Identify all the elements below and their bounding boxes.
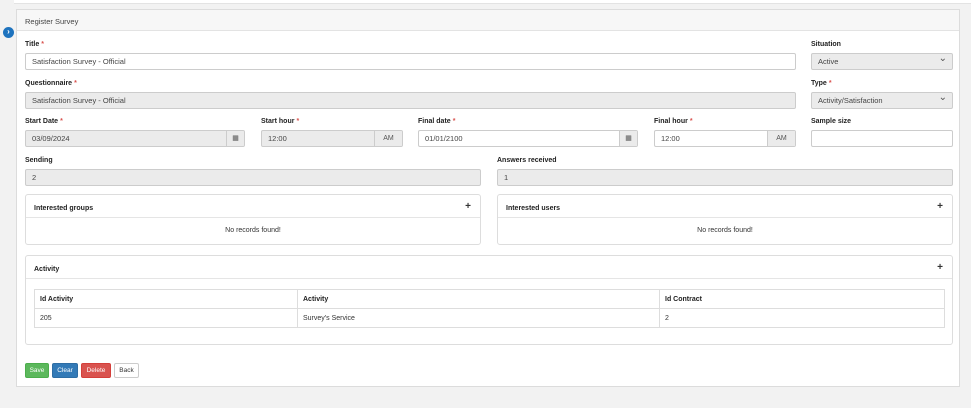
delete-button[interactable]: Delete — [81, 363, 111, 378]
situation-label: Situation — [811, 41, 841, 48]
table-cell: 205 — [34, 308, 298, 328]
start-hour-input[interactable]: 12:00 AM — [261, 130, 403, 147]
column-header: Id Activity — [34, 289, 298, 309]
sidebar-toggle-icon[interactable]: › — [3, 27, 14, 38]
start-date-input[interactable]: 03/09/2024 ▦ — [25, 130, 245, 147]
interested-groups-title: Interested groups — [34, 205, 94, 212]
table-cell: Survey's Service — [297, 308, 660, 328]
questionnaire-label: Questionnaire * — [25, 80, 77, 87]
questionnaire-input[interactable]: Satisfaction Survey - Official — [25, 92, 796, 109]
divider — [26, 217, 480, 218]
register-survey-panel: Register Survey Title * Satisfaction Surv… — [16, 9, 960, 387]
add-group-plus-icon[interactable]: + — [465, 201, 471, 212]
start-hour-label: Start hour * — [261, 118, 300, 125]
table-header-row: Id Activity Activity Id Contract — [34, 289, 945, 309]
calendar-icon[interactable]: ▦ — [226, 131, 244, 146]
type-label: Type * — [811, 80, 832, 87]
add-user-plus-icon[interactable]: + — [937, 201, 943, 212]
final-hour-input[interactable]: 12:00 AM — [654, 130, 796, 147]
start-hour-ampm: AM — [374, 131, 402, 146]
divider — [498, 217, 952, 218]
sending-label: Sending — [25, 157, 53, 164]
title-input[interactable]: Satisfaction Survey - Official — [25, 53, 796, 70]
answers-received-label: Answers received — [497, 157, 557, 164]
type-select[interactable]: Activity/Satisfaction — [811, 92, 953, 109]
start-date-label: Start Date * — [25, 118, 63, 125]
top-strip — [14, 0, 971, 4]
table-cell: 2 — [659, 308, 945, 328]
groups-empty-message: No records found! — [225, 227, 281, 234]
save-button[interactable]: Save — [25, 363, 49, 378]
divider — [26, 278, 952, 279]
sample-size-input[interactable] — [811, 130, 953, 147]
panel-title: Register Survey — [17, 10, 959, 31]
activity-table: Id Activity Activity Id Contract 205 Sur… — [34, 289, 945, 328]
back-button[interactable]: Back — [114, 363, 139, 378]
final-hour-label: Final hour * — [654, 118, 693, 125]
table-row[interactable]: 205 Survey's Service 2 — [34, 308, 945, 328]
clear-button[interactable]: Clear — [52, 363, 78, 378]
interested-users-title: Interested users — [506, 205, 561, 212]
final-hour-ampm: AM — [767, 131, 795, 146]
activity-panel: Activity + Id Activity Activity Id Contr… — [25, 255, 953, 345]
sending-input[interactable]: 2 — [25, 169, 481, 186]
final-date-input[interactable]: 01/01/2100 ▦ — [418, 130, 638, 147]
interested-users-panel: Interested users + No records found! — [497, 194, 953, 245]
situation-select[interactable]: Active — [811, 53, 953, 70]
title-label: Title * — [25, 41, 44, 48]
column-header: Activity — [297, 289, 660, 309]
activity-title: Activity — [34, 266, 60, 273]
final-date-label: Final date * — [418, 118, 456, 125]
column-header: Id Contract — [659, 289, 945, 309]
answers-received-input[interactable]: 1 — [497, 169, 953, 186]
interested-groups-panel: Interested groups + No records found! — [25, 194, 481, 245]
calendar-icon[interactable]: ▦ — [619, 131, 637, 146]
add-activity-plus-icon[interactable]: + — [937, 262, 943, 273]
sample-size-label: Sample size — [811, 118, 852, 125]
users-empty-message: No records found! — [697, 227, 753, 234]
